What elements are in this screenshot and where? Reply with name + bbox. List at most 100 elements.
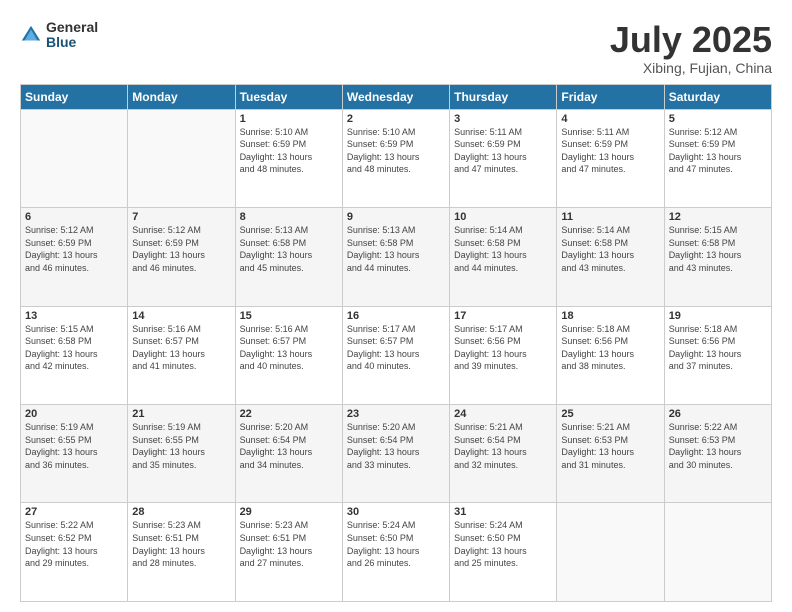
day-info: Sunrise: 5:15 AM Sunset: 6:58 PM Dayligh… <box>25 323 123 373</box>
calendar-cell <box>664 503 771 602</box>
day-info: Sunrise: 5:17 AM Sunset: 6:56 PM Dayligh… <box>454 323 552 373</box>
day-number: 11 <box>561 211 659 223</box>
day-info: Sunrise: 5:23 AM Sunset: 6:51 PM Dayligh… <box>132 519 230 569</box>
day-info: Sunrise: 5:18 AM Sunset: 6:56 PM Dayligh… <box>669 323 767 373</box>
day-number: 8 <box>240 211 338 223</box>
calendar-cell: 16Sunrise: 5:17 AM Sunset: 6:57 PM Dayli… <box>342 306 449 404</box>
day-info: Sunrise: 5:11 AM Sunset: 6:59 PM Dayligh… <box>561 126 659 176</box>
day-number: 14 <box>132 310 230 322</box>
calendar-cell: 10Sunrise: 5:14 AM Sunset: 6:58 PM Dayli… <box>450 208 557 306</box>
day-number: 13 <box>25 310 123 322</box>
day-info: Sunrise: 5:17 AM Sunset: 6:57 PM Dayligh… <box>347 323 445 373</box>
day-info: Sunrise: 5:24 AM Sunset: 6:50 PM Dayligh… <box>454 519 552 569</box>
day-info: Sunrise: 5:10 AM Sunset: 6:59 PM Dayligh… <box>240 126 338 176</box>
calendar-cell: 1Sunrise: 5:10 AM Sunset: 6:59 PM Daylig… <box>235 109 342 207</box>
calendar-cell: 30Sunrise: 5:24 AM Sunset: 6:50 PM Dayli… <box>342 503 449 602</box>
calendar-cell: 13Sunrise: 5:15 AM Sunset: 6:58 PM Dayli… <box>21 306 128 404</box>
calendar-cell: 27Sunrise: 5:22 AM Sunset: 6:52 PM Dayli… <box>21 503 128 602</box>
day-number: 22 <box>240 408 338 420</box>
calendar-cell: 8Sunrise: 5:13 AM Sunset: 6:58 PM Daylig… <box>235 208 342 306</box>
calendar-cell: 4Sunrise: 5:11 AM Sunset: 6:59 PM Daylig… <box>557 109 664 207</box>
day-number: 24 <box>454 408 552 420</box>
calendar-week-row: 27Sunrise: 5:22 AM Sunset: 6:52 PM Dayli… <box>21 503 772 602</box>
day-info: Sunrise: 5:12 AM Sunset: 6:59 PM Dayligh… <box>25 224 123 274</box>
day-number: 10 <box>454 211 552 223</box>
day-info: Sunrise: 5:23 AM Sunset: 6:51 PM Dayligh… <box>240 519 338 569</box>
day-number: 4 <box>561 113 659 125</box>
day-number: 1 <box>240 113 338 125</box>
calendar-cell: 17Sunrise: 5:17 AM Sunset: 6:56 PM Dayli… <box>450 306 557 404</box>
day-info: Sunrise: 5:22 AM Sunset: 6:53 PM Dayligh… <box>669 421 767 471</box>
day-info: Sunrise: 5:19 AM Sunset: 6:55 PM Dayligh… <box>25 421 123 471</box>
day-info: Sunrise: 5:22 AM Sunset: 6:52 PM Dayligh… <box>25 519 123 569</box>
calendar-cell: 20Sunrise: 5:19 AM Sunset: 6:55 PM Dayli… <box>21 405 128 503</box>
day-number: 17 <box>454 310 552 322</box>
calendar-cell: 28Sunrise: 5:23 AM Sunset: 6:51 PM Dayli… <box>128 503 235 602</box>
logo-blue: Blue <box>46 35 98 50</box>
day-info: Sunrise: 5:14 AM Sunset: 6:58 PM Dayligh… <box>454 224 552 274</box>
calendar-cell: 22Sunrise: 5:20 AM Sunset: 6:54 PM Dayli… <box>235 405 342 503</box>
day-number: 15 <box>240 310 338 322</box>
calendar-cell <box>557 503 664 602</box>
day-number: 18 <box>561 310 659 322</box>
day-info: Sunrise: 5:18 AM Sunset: 6:56 PM Dayligh… <box>561 323 659 373</box>
day-number: 20 <box>25 408 123 420</box>
day-number: 3 <box>454 113 552 125</box>
day-number: 27 <box>25 506 123 518</box>
logo-text: General Blue <box>46 20 98 51</box>
header: General Blue July 2025 Xibing, Fujian, C… <box>20 20 772 76</box>
calendar-cell: 25Sunrise: 5:21 AM Sunset: 6:53 PM Dayli… <box>557 405 664 503</box>
day-number: 12 <box>669 211 767 223</box>
day-number: 2 <box>347 113 445 125</box>
calendar-cell: 12Sunrise: 5:15 AM Sunset: 6:58 PM Dayli… <box>664 208 771 306</box>
calendar-week-row: 20Sunrise: 5:19 AM Sunset: 6:55 PM Dayli… <box>21 405 772 503</box>
logo: General Blue <box>20 20 98 51</box>
calendar-cell: 15Sunrise: 5:16 AM Sunset: 6:57 PM Dayli… <box>235 306 342 404</box>
weekday-header: Thursday <box>450 84 557 109</box>
weekday-header: Tuesday <box>235 84 342 109</box>
day-number: 23 <box>347 408 445 420</box>
logo-icon <box>20 24 42 46</box>
day-info: Sunrise: 5:12 AM Sunset: 6:59 PM Dayligh… <box>669 126 767 176</box>
calendar-cell: 6Sunrise: 5:12 AM Sunset: 6:59 PM Daylig… <box>21 208 128 306</box>
day-info: Sunrise: 5:19 AM Sunset: 6:55 PM Dayligh… <box>132 421 230 471</box>
day-info: Sunrise: 5:13 AM Sunset: 6:58 PM Dayligh… <box>240 224 338 274</box>
title-block: July 2025 Xibing, Fujian, China <box>610 20 772 76</box>
weekday-header: Saturday <box>664 84 771 109</box>
day-number: 25 <box>561 408 659 420</box>
calendar-cell: 24Sunrise: 5:21 AM Sunset: 6:54 PM Dayli… <box>450 405 557 503</box>
calendar-cell: 26Sunrise: 5:22 AM Sunset: 6:53 PM Dayli… <box>664 405 771 503</box>
day-info: Sunrise: 5:15 AM Sunset: 6:58 PM Dayligh… <box>669 224 767 274</box>
calendar-week-row: 6Sunrise: 5:12 AM Sunset: 6:59 PM Daylig… <box>21 208 772 306</box>
day-number: 19 <box>669 310 767 322</box>
day-info: Sunrise: 5:10 AM Sunset: 6:59 PM Dayligh… <box>347 126 445 176</box>
calendar-cell: 3Sunrise: 5:11 AM Sunset: 6:59 PM Daylig… <box>450 109 557 207</box>
day-info: Sunrise: 5:16 AM Sunset: 6:57 PM Dayligh… <box>240 323 338 373</box>
day-info: Sunrise: 5:20 AM Sunset: 6:54 PM Dayligh… <box>347 421 445 471</box>
calendar-cell <box>21 109 128 207</box>
weekday-header: Wednesday <box>342 84 449 109</box>
subtitle: Xibing, Fujian, China <box>610 60 772 76</box>
calendar-cell: 29Sunrise: 5:23 AM Sunset: 6:51 PM Dayli… <box>235 503 342 602</box>
day-number: 26 <box>669 408 767 420</box>
calendar-cell: 5Sunrise: 5:12 AM Sunset: 6:59 PM Daylig… <box>664 109 771 207</box>
calendar-cell <box>128 109 235 207</box>
day-number: 9 <box>347 211 445 223</box>
logo-general: General <box>46 20 98 35</box>
calendar-week-row: 13Sunrise: 5:15 AM Sunset: 6:58 PM Dayli… <box>21 306 772 404</box>
calendar-cell: 19Sunrise: 5:18 AM Sunset: 6:56 PM Dayli… <box>664 306 771 404</box>
day-info: Sunrise: 5:21 AM Sunset: 6:53 PM Dayligh… <box>561 421 659 471</box>
weekday-header: Friday <box>557 84 664 109</box>
day-number: 16 <box>347 310 445 322</box>
weekday-header: Monday <box>128 84 235 109</box>
day-info: Sunrise: 5:20 AM Sunset: 6:54 PM Dayligh… <box>240 421 338 471</box>
day-number: 31 <box>454 506 552 518</box>
day-number: 28 <box>132 506 230 518</box>
day-number: 29 <box>240 506 338 518</box>
weekday-header: Sunday <box>21 84 128 109</box>
calendar-cell: 23Sunrise: 5:20 AM Sunset: 6:54 PM Dayli… <box>342 405 449 503</box>
calendar-cell: 7Sunrise: 5:12 AM Sunset: 6:59 PM Daylig… <box>128 208 235 306</box>
day-info: Sunrise: 5:21 AM Sunset: 6:54 PM Dayligh… <box>454 421 552 471</box>
day-number: 21 <box>132 408 230 420</box>
calendar-table: SundayMondayTuesdayWednesdayThursdayFrid… <box>20 84 772 602</box>
